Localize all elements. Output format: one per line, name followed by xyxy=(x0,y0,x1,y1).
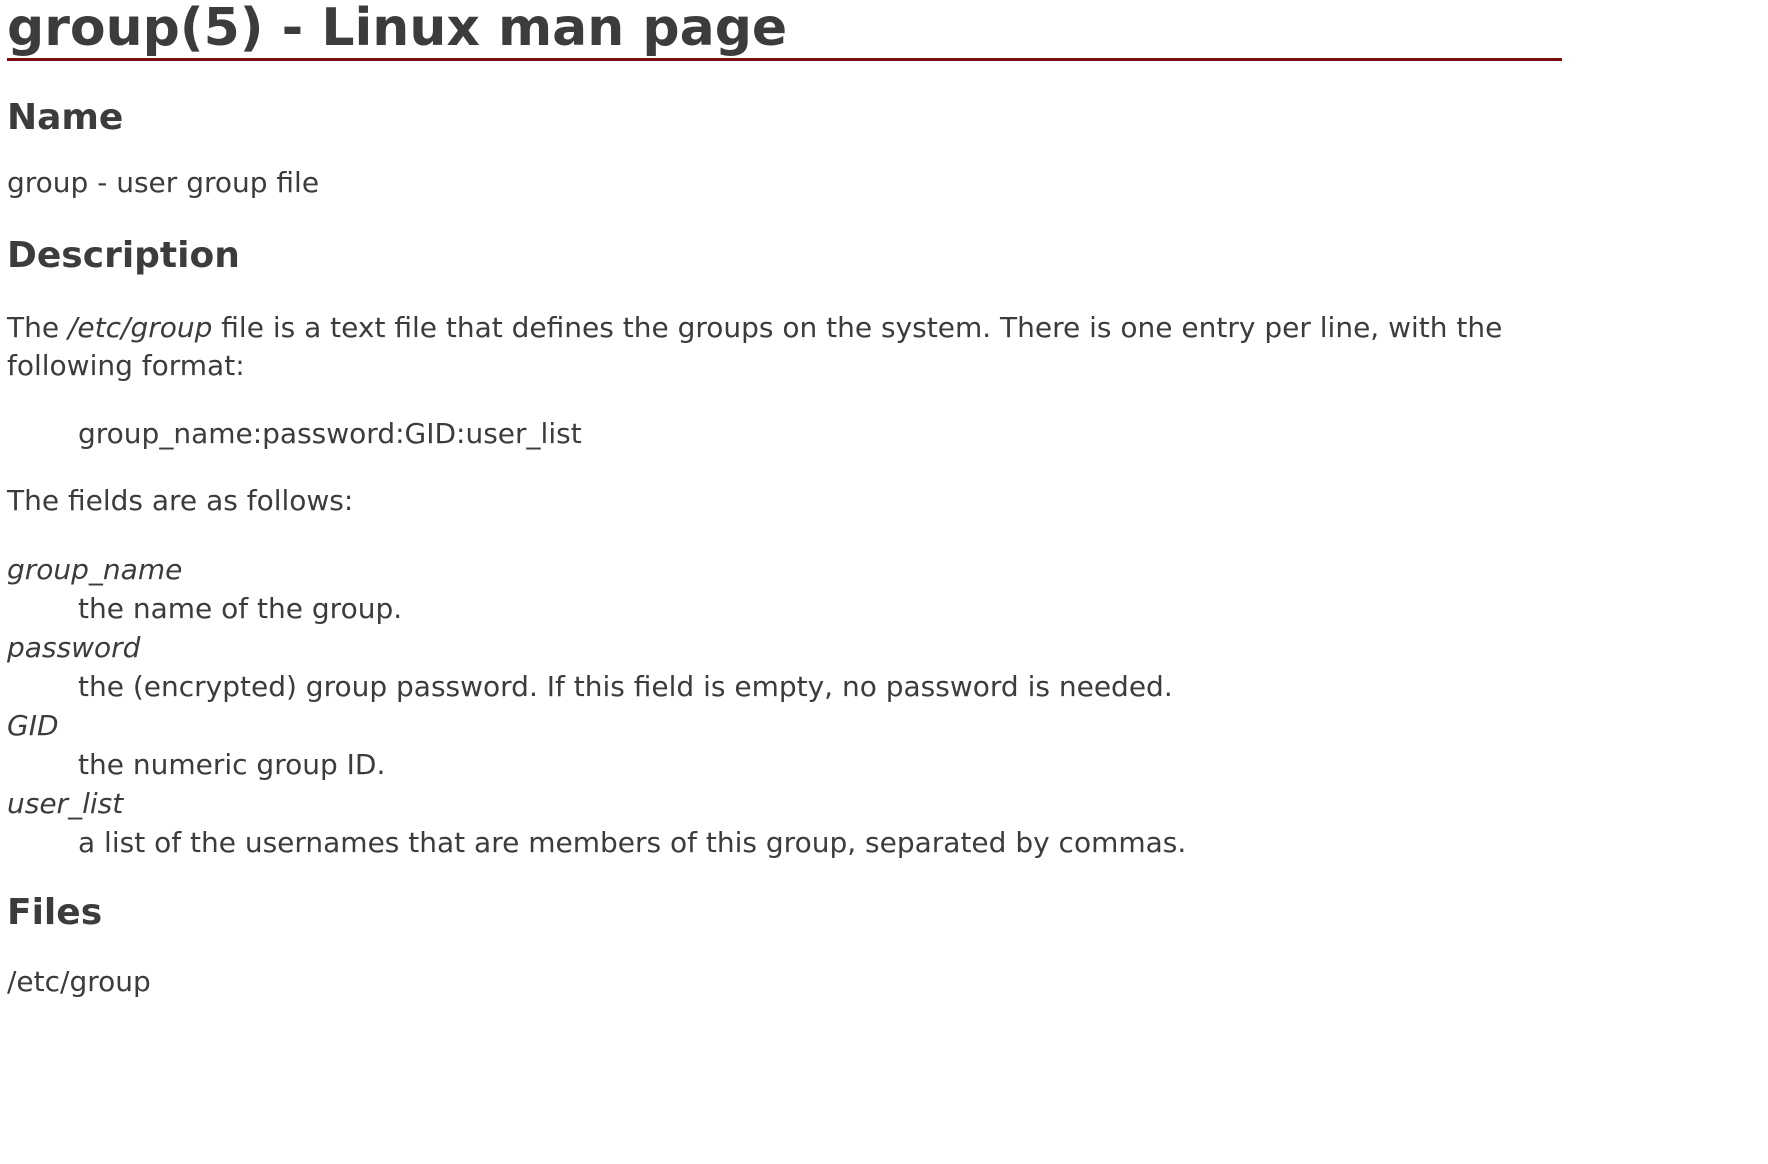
format-line: group_name:password:GID:user_list xyxy=(78,417,582,450)
field-definition: the name of the group. xyxy=(78,592,403,625)
field-definition: a list of the usernames that are members… xyxy=(78,826,1187,859)
name-heading: Name xyxy=(7,97,124,138)
field-definition: the (encrypted) group password. If this … xyxy=(78,670,1173,703)
field-term: user_list xyxy=(7,787,124,820)
etc-group-path: /etc/group xyxy=(67,311,213,344)
files-text: /etc/group xyxy=(7,965,151,998)
fields-intro: The fields are as follows: xyxy=(7,484,354,517)
field-term: group_name xyxy=(7,553,183,586)
description-intro-before: The xyxy=(7,311,68,344)
field-term: GID xyxy=(7,709,59,742)
field-list: group_name the name of the group. passwo… xyxy=(7,550,1758,862)
files-heading: Files xyxy=(7,892,103,933)
description-intro: The /etc/group file is a text file that … xyxy=(7,309,1562,385)
man-page: group(5) - Linux man page Name group - u… xyxy=(0,0,1768,1164)
name-text: group - user group file xyxy=(7,166,320,199)
description-heading: Description xyxy=(7,235,240,276)
field-definition: the numeric group ID. xyxy=(78,748,386,781)
description-intro-after: file is a text file that defines the gro… xyxy=(7,311,1503,382)
page-title: group(5) - Linux man page xyxy=(7,0,1562,61)
field-term: password xyxy=(7,631,141,664)
